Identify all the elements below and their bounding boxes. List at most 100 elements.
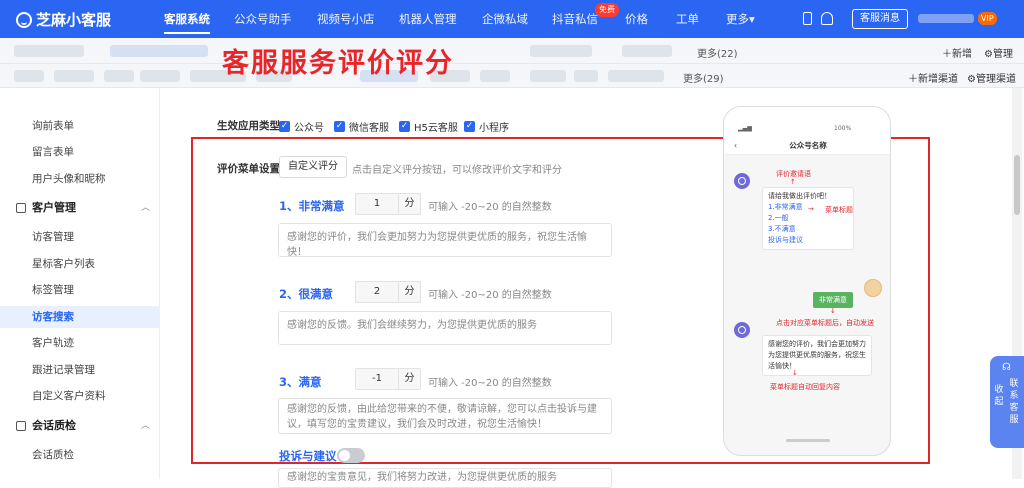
score-value: -1 — [372, 373, 382, 384]
bell-icon[interactable] — [821, 12, 833, 25]
sidebar-item-avatar-nickname[interactable]: 用户头像和昵称 — [0, 168, 160, 190]
score-unit: 分 — [398, 282, 420, 302]
arrow-right-icon: → — [808, 205, 814, 213]
complaint-toggle[interactable] — [337, 448, 365, 463]
score-input[interactable]: -1 分 — [355, 368, 421, 390]
level-title: 1、非常满意 — [279, 199, 345, 213]
checkbox-label: 小程序 — [479, 123, 509, 134]
sidebar-item-visitor-search[interactable]: 访客搜索 — [0, 306, 160, 328]
add-channel-button[interactable]: ＋新增渠道 — [908, 70, 958, 85]
sidebar-group-quality[interactable]: 会话质检 ︿ — [0, 414, 160, 438]
checkbox-label: 公众号 — [294, 123, 324, 134]
mobile-icon[interactable] — [803, 12, 812, 25]
reply-textarea[interactable]: 感谢您的反馈，由此给您带来的不便，敬请谅解，您可以点击投诉与建议，填写您的宝贵建… — [278, 398, 612, 434]
checkbox-gongzhonghao[interactable]: ✓ — [279, 121, 290, 132]
sidebar-item-followup[interactable]: 跟进记录管理 — [0, 359, 160, 381]
tabs-more-dropdown[interactable]: 更多(22) — [697, 45, 738, 60]
user-avatar — [864, 279, 882, 297]
rating-menu-label: 评价菜单设置 — [217, 163, 280, 175]
tab-item[interactable] — [14, 70, 44, 82]
add-button[interactable]: ＋新增 — [942, 45, 972, 60]
checkbox-miniprogram[interactable]: ✓ — [464, 121, 475, 132]
sidebar-item-visitor-mgmt[interactable]: 访客管理 — [0, 226, 160, 248]
tab-item[interactable] — [14, 45, 84, 57]
vip-badge: VIP — [978, 12, 997, 25]
nav-more[interactable]: 更多▾ — [726, 0, 755, 38]
nav-douyin[interactable]: 抖音私信 — [552, 0, 598, 38]
sidebar-group-label: 客户管理 — [32, 201, 76, 214]
arrow-down-icon: ↓ — [792, 369, 798, 377]
annot-auto-reply: 菜单标题自动回复内容 — [770, 383, 840, 391]
rating-option[interactable]: 3.不满意 — [768, 224, 848, 235]
contact-label[interactable]: 联系客服 — [1008, 378, 1020, 426]
sidebar-group-label: 会话质检 — [32, 419, 76, 432]
tab-item[interactable] — [574, 70, 598, 82]
checkbox-wechat-kefu[interactable]: ✓ — [334, 121, 345, 132]
score-value: 1 — [373, 198, 381, 209]
reply-textarea[interactable]: 感谢您的评价，我们会更加努力为您提供更优质的服务，祝您生活愉快！ — [278, 223, 612, 258]
tab-item[interactable] — [110, 45, 208, 57]
user-account[interactable] — [918, 14, 974, 23]
nav-robot[interactable]: 机器人管理 — [399, 0, 457, 38]
reply-textarea[interactable]: 感谢您的反馈。我们会继续努力，为您提供更优质的服务 — [278, 311, 612, 345]
sidebar-item-pre-form[interactable]: 询前表单 — [0, 115, 160, 137]
nav-price[interactable]: 价格 — [625, 0, 648, 38]
chat-check-icon — [16, 421, 26, 431]
phone-status-bar: ▂▄▆ 100% — [724, 107, 890, 137]
tab-item[interactable] — [530, 70, 566, 82]
tab-item[interactable] — [622, 45, 672, 57]
score-hint: 可输入 -20~20 的自然整数 — [428, 290, 552, 301]
phone-home-bar — [786, 439, 830, 442]
sidebar-item-tag-mgmt[interactable]: 标签管理 — [0, 279, 160, 301]
nav-kefu-system[interactable]: 客服系统 — [164, 0, 210, 38]
complaint-label: 投诉与建议 — [279, 449, 337, 463]
back-arrow-icon: ‹ — [734, 141, 737, 150]
tab-item[interactable] — [54, 70, 94, 82]
battery-text: 100% — [834, 125, 852, 132]
checkbox-label: 微信客服 — [349, 123, 389, 134]
sidebar-item-customer-trail[interactable]: 客户轨迹 — [0, 332, 160, 354]
channel-tabs-row-1: 更多(22) ＋新增 ⚙管理 — [0, 38, 1024, 64]
tab-item[interactable] — [480, 70, 510, 82]
sidebar-item-message-form[interactable]: 留言表单 — [0, 141, 160, 163]
headset-icon: ☊ — [1002, 362, 1011, 373]
tab-item[interactable] — [530, 45, 592, 57]
sidebar-item-quality[interactable]: 会话质检 — [0, 444, 160, 466]
custom-rating-button[interactable]: 自定义评分 — [279, 156, 347, 178]
score-input[interactable]: 2 分 — [355, 281, 421, 303]
auto-reply-bubble: 感谢您的评价，我们会更加努力为您提供更优质的服务，祝您生活愉快！ — [762, 335, 872, 376]
annot-menu-title: 菜单标题 — [825, 206, 853, 214]
kefu-message-button[interactable]: 客服消息 — [852, 9, 908, 29]
overlay-title: 客服服务评价评分 — [222, 48, 454, 79]
scrollbar-thumb[interactable] — [1014, 155, 1020, 215]
manage-channel-button[interactable]: ⚙管理渠道 — [967, 70, 1016, 85]
score-input[interactable]: 1 分 — [355, 193, 421, 215]
app-logo[interactable]: 芝麻小客服 — [16, 9, 111, 30]
tab-item[interactable] — [104, 70, 134, 82]
user-reply-bubble: 非常满意 — [813, 292, 853, 308]
score-hint: 可输入 -20~20 的自然整数 — [428, 202, 552, 213]
channel-tabs-row-2: 更多(29) ＋新增渠道 ⚙管理渠道 — [0, 64, 1024, 88]
sidebar-item-star-customers[interactable]: 星标客户列表 — [0, 253, 160, 275]
rating-option[interactable]: 投诉与建议 — [768, 235, 848, 246]
signal-icon: ▂▄▆ — [738, 125, 752, 132]
contact-widget[interactable]: ☊ 收起 联系客服 — [990, 356, 1024, 448]
nav-gongzhonghao[interactable]: 公众号助手 — [234, 0, 292, 38]
nav-wecom[interactable]: 企微私域 — [482, 0, 528, 38]
custom-rating-hint: 点击自定义评分按钮，可以修改评价文字和评分 — [352, 165, 562, 176]
tabs-more-dropdown[interactable]: 更多(29) — [683, 70, 724, 85]
tab-item[interactable] — [608, 70, 664, 82]
tab-item[interactable] — [140, 70, 180, 82]
checkbox-h5[interactable]: ✓ — [399, 121, 410, 132]
free-badge: 免费 — [595, 3, 619, 17]
level-title: 2、很满意 — [279, 287, 334, 301]
manage-label: 管理 — [992, 49, 1013, 60]
sidebar-item-custom-profile[interactable]: 自定义客户资料 — [0, 385, 160, 407]
sidebar-group-customer[interactable]: 客户管理 ︿ — [0, 196, 160, 220]
manage-button[interactable]: ⚙管理 — [984, 45, 1013, 60]
collapse-label[interactable]: 收起 — [993, 384, 1005, 408]
complaint-textarea[interactable]: 感谢您的宝贵意见，我们将努力改进，为您提供更优质的服务 — [278, 468, 612, 488]
sidebar: 询前表单 留言表单 用户头像和昵称 客户管理 ︿ 访客管理 星标客户列表 标签管… — [0, 88, 160, 479]
nav-ticket[interactable]: 工单 — [676, 0, 699, 38]
nav-video-shop[interactable]: 视频号小店 — [317, 0, 375, 38]
